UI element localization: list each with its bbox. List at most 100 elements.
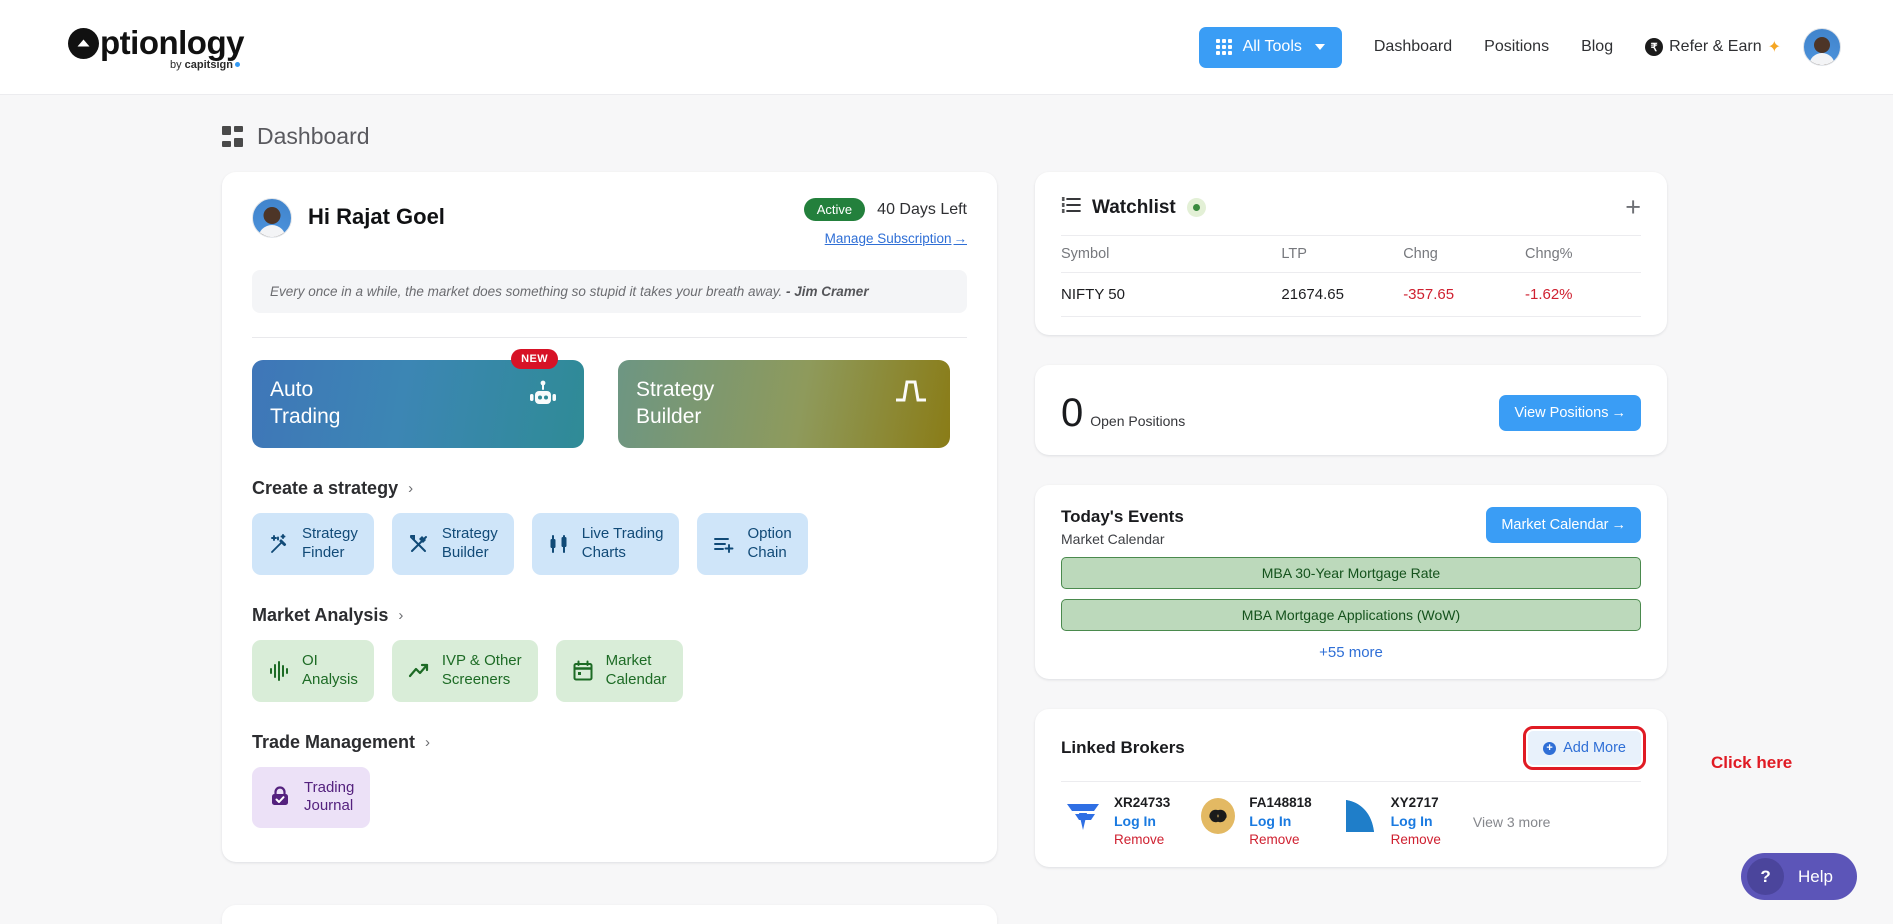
profile-divider <box>252 337 967 338</box>
broker-id: FA148818 <box>1249 795 1312 810</box>
cell-symbol: NIFTY 50 <box>1061 272 1282 317</box>
tile-line1: OI <box>302 651 318 669</box>
bars-icon <box>268 660 290 682</box>
broker-item: XR24733 Log In Remove <box>1061 794 1170 849</box>
logo-mark-icon <box>68 28 99 59</box>
event-item[interactable]: MBA 30-Year Mortgage Rate <box>1061 557 1641 589</box>
strategy-builder-card[interactable]: Strategy Builder <box>618 360 950 448</box>
help-button[interactable]: ? Help <box>1741 853 1857 900</box>
broker-meta: XY2717 Log In Remove <box>1391 794 1441 849</box>
column-chng-pct: Chng% <box>1524 235 1641 273</box>
logo-accent-dot <box>234 61 240 67</box>
tile-group: OI Analysis IVP & Other Screeners Market… <box>252 639 967 702</box>
add-watchlist-symbol-button[interactable]: + <box>1625 194 1641 221</box>
tile-line1: Option <box>747 525 792 542</box>
page-body: Dashboard Hi Rajat Goel Active 40 Days L… <box>0 123 1893 924</box>
tile-line2: Journal <box>304 797 354 815</box>
broker-id: XY2717 <box>1390 795 1439 810</box>
feature-card-row: Auto Trading NEW Strategy Builder <box>252 349 967 448</box>
dashboard-columns: Hi Rajat Goel Active 40 Days Left Manage… <box>0 172 1893 897</box>
tile-label: Strategy Finder <box>302 525 358 563</box>
tile-line1: Strategy <box>302 525 358 542</box>
tile-line1: Live Trading <box>581 525 664 542</box>
subscription-info: Active 40 Days Left Manage Subscription … <box>803 198 967 248</box>
tile-line2: Charts <box>581 543 626 561</box>
tile-label: IVP & Other Screeners <box>442 652 522 690</box>
tile-market-calendar[interactable]: Market Calendar <box>555 639 683 702</box>
refer-and-earn-link[interactable]: ₹ Refer & Earn ✦ <box>1645 37 1781 57</box>
broker-remove-link[interactable]: Remove <box>1391 831 1441 849</box>
manage-subscription-label: Manage Subscription <box>824 231 952 246</box>
section-header[interactable]: Create a strategy › <box>252 478 967 499</box>
view-positions-button[interactable]: View Positions → <box>1499 395 1641 431</box>
strategy-builder-line1: Strategy <box>636 378 715 402</box>
grid-icon <box>1215 39 1232 55</box>
auto-trading-card[interactable]: Auto Trading NEW <box>252 349 584 448</box>
broker-remove-link[interactable]: Remove <box>1249 831 1311 849</box>
profile-card: Hi Rajat Goel Active 40 Days Left Manage… <box>222 172 997 863</box>
blue-leaf-logo-icon <box>1338 794 1382 838</box>
greeting-text: Hi Rajat Goel <box>308 204 445 229</box>
watchlist-title: Watchlist <box>1092 196 1176 218</box>
nav-link-blog[interactable]: Blog <box>1581 38 1613 56</box>
tile-label: Option Chain <box>747 525 791 563</box>
broker-remove-link[interactable]: Remove <box>1114 831 1170 849</box>
add-more-broker-button[interactable]: + Add More <box>1523 726 1646 770</box>
cell-ltp: 21674.65 <box>1281 272 1404 317</box>
dashboard-icon <box>222 126 243 147</box>
watchlist-header-row: Symbol LTP Chng Chng% <box>1061 235 1641 273</box>
tile-strategy-finder[interactable]: Strategy Finder <box>252 513 374 575</box>
table-row[interactable]: NIFTY 50 21674.65 -357.65 -1.62% <box>1061 272 1641 317</box>
events-header: Today's Events Market Calendar Market Ca… <box>1061 507 1641 547</box>
section-title: Trade Management <box>252 731 416 752</box>
broker-login-link[interactable]: Log In <box>1114 812 1170 831</box>
market-calendar-button[interactable]: Market Calendar → <box>1486 507 1641 543</box>
quote-text: Every once in a while, the market does s… <box>270 284 783 299</box>
events-more-link[interactable]: +55 more <box>1061 644 1641 661</box>
section-market-analysis: Market Analysis › OI Analysis IVP & Othe… <box>252 605 967 702</box>
logo-wordmark: ptionlogy <box>68 24 244 62</box>
new-badge: NEW <box>511 349 558 369</box>
arrow-right-icon: → <box>1611 517 1627 533</box>
broker-item: XY2717 Log In Remove <box>1338 794 1441 849</box>
nav-right-group: All Tools Dashboard Positions Blog ₹ Ref… <box>1198 26 1841 68</box>
tile-strategy-builder[interactable]: Strategy Builder <box>391 513 514 575</box>
tile-line2: Calendar <box>605 670 667 688</box>
strategy-builder-line2: Builder <box>636 405 702 428</box>
tile-line1: Trading <box>304 778 355 796</box>
event-item[interactable]: MBA Mortgage Applications (WoW) <box>1061 599 1641 631</box>
tile-ivp-screeners[interactable]: IVP & Other Screeners <box>391 639 538 702</box>
tile-trading-journal[interactable]: Trading Journal <box>252 766 371 829</box>
rupee-icon: ₹ <box>1645 38 1664 56</box>
broker-login-link[interactable]: Log In <box>1391 812 1441 831</box>
all-tools-button[interactable]: All Tools <box>1198 26 1342 68</box>
column-symbol: Symbol <box>1061 235 1282 273</box>
tile-live-trading-charts[interactable]: Live Trading Charts <box>531 513 680 575</box>
tile-group: Strategy Finder Strategy Builder Live Tr… <box>252 513 967 575</box>
watchlist-icon <box>1061 196 1081 220</box>
nav-link-dashboard[interactable]: Dashboard <box>1374 38 1452 56</box>
profile-header: Hi Rajat Goel Active 40 Days Left Manage… <box>252 198 967 248</box>
cell-chng-pct: -1.62% <box>1524 272 1641 317</box>
add-more-label: Add More <box>1563 740 1626 756</box>
profile-avatar <box>252 198 292 238</box>
brand-logo[interactable]: ptionlogy by capitsign <box>68 24 244 71</box>
tile-line1: Strategy <box>441 525 498 542</box>
tile-oi-analysis[interactable]: OI Analysis <box>252 639 374 702</box>
page-title-row: Dashboard <box>222 123 1893 150</box>
nav-link-positions[interactable]: Positions <box>1484 38 1549 56</box>
user-avatar[interactable] <box>1803 28 1841 66</box>
view-positions-label: View Positions <box>1514 405 1609 421</box>
view-more-brokers-link[interactable]: View 3 more <box>1473 814 1551 830</box>
tile-option-chain[interactable]: Option Chain <box>697 513 808 575</box>
linked-brokers-title: Linked Brokers <box>1061 738 1185 757</box>
sparkle-icon: ✦ <box>1767 39 1781 56</box>
broker-login-link[interactable]: Log In <box>1249 812 1311 831</box>
section-header[interactable]: Trade Management › <box>252 732 967 753</box>
broker-list: XR24733 Log In Remove FA148818 Log In Re… <box>1061 794 1641 849</box>
manage-subscription-link[interactable]: Manage Subscription → <box>825 231 967 246</box>
candlestick-icon <box>548 533 570 555</box>
section-header[interactable]: Market Analysis › <box>252 605 967 626</box>
linked-brokers-header: Linked Brokers + Add More Click here <box>1061 726 1792 772</box>
trend-up-icon <box>408 660 430 682</box>
